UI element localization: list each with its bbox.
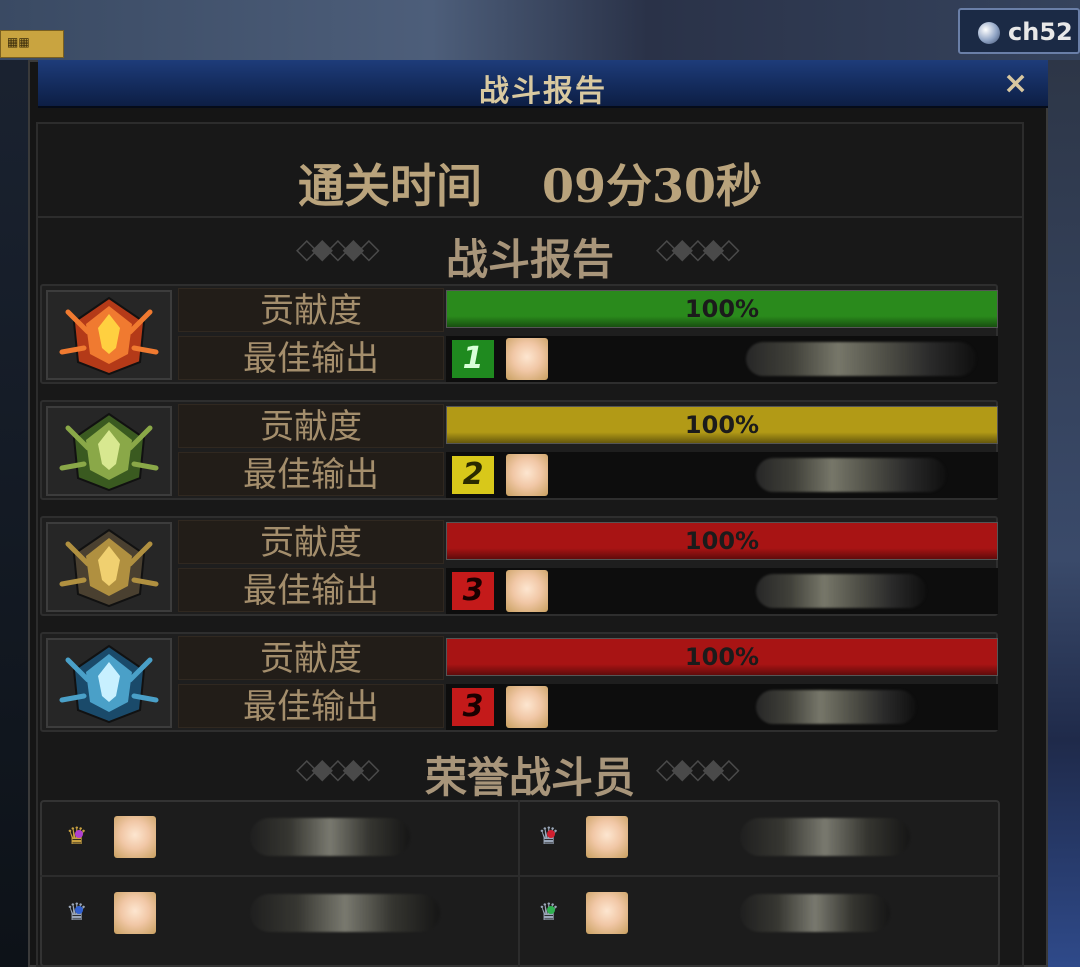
best-output-label: 最佳输出 xyxy=(178,568,444,612)
best-output-label: 最佳输出 xyxy=(178,336,444,380)
contribution-bar: 100% xyxy=(446,638,998,676)
leaf-helm-emblem-icon xyxy=(46,406,172,496)
redacted-player-name xyxy=(756,574,926,608)
title-bar[interactable]: 战斗报告 xyxy=(38,60,1048,109)
character-portrait-icon xyxy=(506,454,548,496)
character-portrait-icon xyxy=(114,816,156,858)
best-output-entry: 2 xyxy=(446,452,998,498)
contribution-bar: 100% xyxy=(446,522,998,560)
best-output-entry: 3 xyxy=(446,568,998,614)
character-portrait-icon xyxy=(586,816,628,858)
redacted-player-name xyxy=(250,818,410,856)
top-hud-tab[interactable]: ▦▦ xyxy=(0,30,64,58)
rank-badge: 3 xyxy=(452,572,494,610)
contribution-label: 贡献度 xyxy=(178,636,444,680)
redacted-player-name xyxy=(756,690,916,724)
flame-helm-emblem-icon xyxy=(46,290,172,380)
contribution-label: 贡献度 xyxy=(178,288,444,332)
rank-badge: 3 xyxy=(452,688,494,726)
tab-decoration: ▦▦ xyxy=(7,35,30,49)
player-row: 贡献度 最佳输出 100% 2 xyxy=(40,400,998,500)
contribution-value: 100% xyxy=(684,411,760,439)
best-output-entry: 1 xyxy=(446,336,998,382)
contribution-label: 贡献度 xyxy=(178,404,444,448)
close-button[interactable]: × xyxy=(1003,66,1028,101)
redacted-player-name xyxy=(746,342,976,376)
silver-crown-icon: ♛ xyxy=(66,898,88,926)
report-section-title: 战斗报告 xyxy=(445,235,614,284)
clear-time-row: 通关时间 09分30秒 xyxy=(36,150,1024,216)
ornament-icon: ◇◆◇◆◇ xyxy=(656,752,740,785)
contribution-label: 贡献度 xyxy=(178,520,444,564)
redacted-player-name xyxy=(740,894,890,932)
divider xyxy=(40,875,1000,877)
contribution-value: 100% xyxy=(684,295,760,323)
clear-time-value: 09分30秒 xyxy=(541,159,763,213)
rank-badge: 2 xyxy=(452,456,494,494)
ice-helm-emblem-icon xyxy=(46,638,172,728)
character-portrait-icon xyxy=(506,338,548,380)
character-portrait-icon xyxy=(506,570,548,612)
redacted-player-name xyxy=(250,894,440,932)
best-output-label: 最佳输出 xyxy=(178,452,444,496)
silver-crown-icon: ♛ xyxy=(538,898,560,926)
character-portrait-icon xyxy=(506,686,548,728)
player-row: 贡献度 最佳输出 100% 1 xyxy=(40,284,998,384)
gold-crown-icon: ♛ xyxy=(66,822,88,850)
character-portrait-icon xyxy=(586,892,628,934)
character-portrait-icon xyxy=(114,892,156,934)
player-row: 贡献度 最佳输出 100% 3 xyxy=(40,632,998,732)
rank-badge: 1 xyxy=(452,340,494,378)
contribution-bar: 100% xyxy=(446,406,998,444)
contribution-value: 100% xyxy=(684,643,760,671)
ornament-icon: ◇◆◇◆◇ xyxy=(656,232,740,265)
divider xyxy=(518,800,520,967)
player-row: 贡献度 最佳输出 100% 3 xyxy=(40,516,998,616)
gold-helm-emblem-icon xyxy=(46,522,172,612)
contribution-bar: 100% xyxy=(446,290,998,328)
best-output-entry: 3 xyxy=(446,684,998,730)
divider xyxy=(36,216,1024,218)
contribution-value: 100% xyxy=(684,527,760,555)
redacted-player-name xyxy=(756,458,946,492)
channel-orb-icon xyxy=(978,22,1000,44)
best-output-label: 最佳输出 xyxy=(178,684,444,728)
silver-crown-icon: ♛ xyxy=(538,822,560,850)
clear-time-label: 通关时间 xyxy=(297,159,482,213)
redacted-player-name xyxy=(740,818,910,856)
honor-section-title: 荣誉战斗员 xyxy=(424,753,635,802)
channel-label: ch52 xyxy=(1008,18,1073,46)
window-title: 战斗报告 xyxy=(479,74,607,109)
channel-indicator[interactable]: ch52 xyxy=(958,8,1080,54)
